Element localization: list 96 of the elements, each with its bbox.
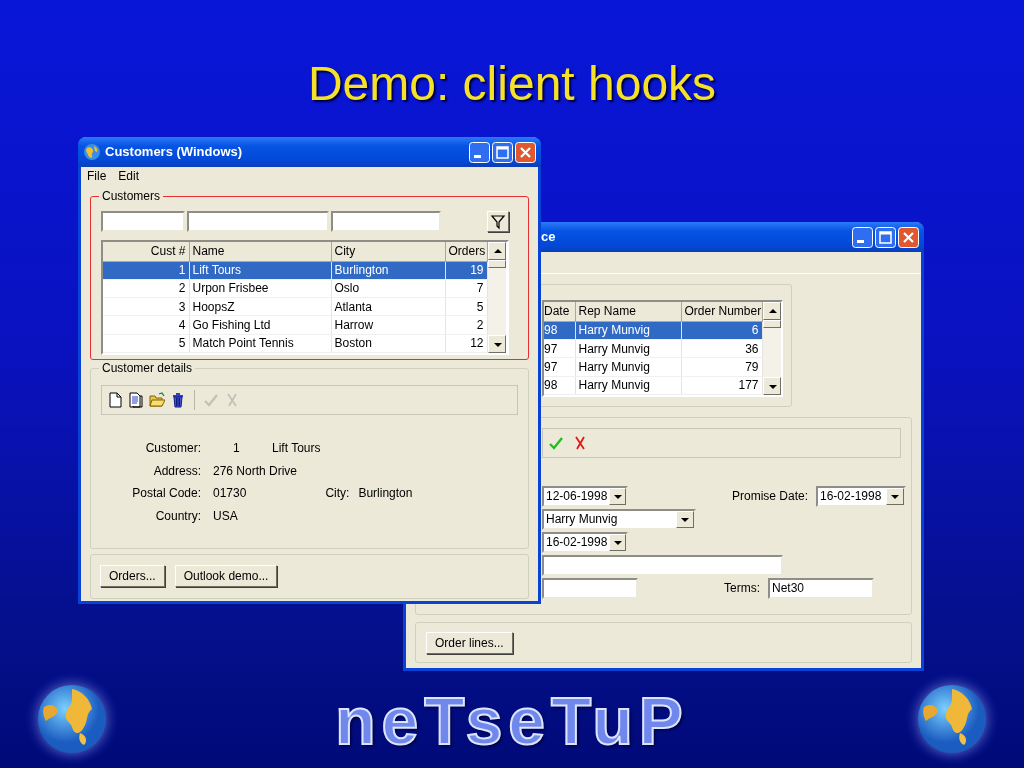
open-folder-icon[interactable] (149, 392, 165, 408)
checkmark-icon[interactable] (548, 435, 564, 451)
dropdown-button[interactable] (609, 487, 626, 505)
maximize-button[interactable] (875, 226, 896, 248)
input-field[interactable] (542, 577, 638, 599)
field-value: 276 North Drive (213, 463, 298, 478)
filter-button[interactable] (487, 211, 509, 232)
field-label: Promise Date: (732, 488, 810, 504)
dropdown-button[interactable] (676, 510, 694, 528)
table-cell: Urpon Frisbee (189, 279, 331, 298)
menu-item[interactable]: File (87, 169, 107, 183)
input-field[interactable] (542, 554, 783, 576)
field-value: 1 (232, 441, 241, 456)
new-document-icon[interactable] (107, 392, 123, 408)
close-button[interactable] (898, 226, 919, 248)
table-cell: 6 (681, 321, 762, 340)
table-cell: 36 (681, 339, 762, 358)
column-header[interactable]: Rep Name (575, 302, 681, 322)
field-label: Customer: (144, 441, 201, 456)
column-header[interactable]: Name (189, 242, 331, 262)
column-header[interactable]: Order Number (681, 302, 762, 322)
dropdown-field[interactable]: 12-06-1998 (542, 485, 628, 507)
table-cell: Oslo (331, 279, 445, 298)
slide-title: Demo: client hooks (307, 57, 717, 110)
table-cell: 19 (445, 261, 487, 280)
field-label: Terms: (724, 580, 761, 596)
dropdown-field[interactable]: Harry Munvig (542, 508, 696, 530)
filter-field[interactable] (187, 211, 329, 232)
table-cell: Harry Munvig (575, 376, 681, 395)
trash-icon[interactable] (170, 392, 186, 408)
table-cell: Burlington (331, 261, 445, 280)
outlook-demo-button[interactable]: Outlook demo... (174, 565, 278, 587)
order-lines-button[interactable]: Order lines... (426, 632, 513, 654)
table-cell: 177 (681, 376, 762, 395)
field-value: Burlington (358, 486, 413, 501)
scroll-thumb[interactable] (487, 260, 506, 268)
column-header[interactable]: Date (544, 302, 575, 322)
table-cell: 97 (544, 357, 575, 377)
table-cell: 1 (103, 261, 189, 280)
dropdown-field[interactable]: 16-02-1998 (542, 531, 628, 553)
table-cell: 2 (103, 279, 189, 298)
table-cell: 98 (544, 321, 575, 340)
input-field[interactable]: Net30 (768, 577, 874, 599)
table-cell: Go Fishing Ltd (189, 315, 331, 335)
table-cell: 5 (445, 297, 487, 316)
filter-field[interactable] (101, 211, 185, 232)
table-cell: 98 (544, 376, 575, 395)
table-cell: 3 (103, 297, 189, 316)
table-cell: Boston (331, 334, 445, 353)
field-label: Address: (152, 463, 201, 478)
table-cell: 79 (681, 357, 762, 377)
funnel-icon (490, 213, 506, 230)
table-cell: 12 (445, 334, 487, 353)
scroll-thumb[interactable] (762, 320, 781, 328)
cross-icon[interactable] (572, 435, 588, 451)
minimize-button[interactable] (469, 141, 490, 163)
field-value: Lift Tours (272, 441, 321, 456)
field-value: Harry Munvig (545, 511, 619, 527)
table-cell: 97 (544, 339, 575, 358)
column-header[interactable]: Cust # (103, 242, 189, 262)
orders-button[interactable]: Orders... (100, 565, 165, 587)
minimize-button[interactable] (852, 226, 873, 248)
window-title: Customers (Windows) (105, 144, 243, 160)
table-cell: Atlanta (331, 297, 445, 316)
filter-field[interactable] (331, 211, 441, 232)
maximize-button[interactable] (492, 141, 513, 163)
menu-item[interactable]: Edit (118, 169, 140, 183)
table-cell: Harry Munvig (575, 339, 681, 358)
table-cell: HoopsZ (189, 297, 331, 316)
document-icon[interactable] (128, 392, 144, 408)
column-header[interactable]: City (331, 242, 445, 262)
field-label: Postal Code: (131, 486, 201, 501)
logo: neTseTuP (335, 684, 689, 758)
table-cell: 2 (445, 315, 487, 335)
table-cell: Harry Munvig (575, 321, 681, 340)
table-cell: 5 (103, 334, 189, 353)
field-value: 12-06-1998 (545, 488, 609, 504)
column-header[interactable]: Orders (445, 242, 487, 262)
globe-icon (83, 143, 101, 161)
field-label: Country: (154, 508, 201, 523)
table-cell: Match Point Tennis (189, 334, 331, 353)
field-value: USA (213, 508, 238, 523)
table-cell: 7 (445, 279, 487, 298)
field-value: 01730 (213, 486, 247, 501)
close-button[interactable] (515, 141, 536, 163)
dropdown-button[interactable] (886, 487, 904, 505)
table-cell: Harry Munvig (575, 357, 681, 377)
window-title: ce (541, 229, 556, 245)
table-cell: 4 (103, 315, 189, 335)
field-value: 16-02-1998 (819, 488, 883, 504)
table-cell: Harrow (331, 315, 445, 335)
field-label: City: (325, 486, 350, 501)
table-cell: Lift Tours (189, 261, 331, 280)
field-value: 16-02-1998 (545, 534, 609, 550)
dropdown-button[interactable] (609, 533, 626, 551)
dropdown-field[interactable]: 16-02-1998 (816, 485, 906, 507)
